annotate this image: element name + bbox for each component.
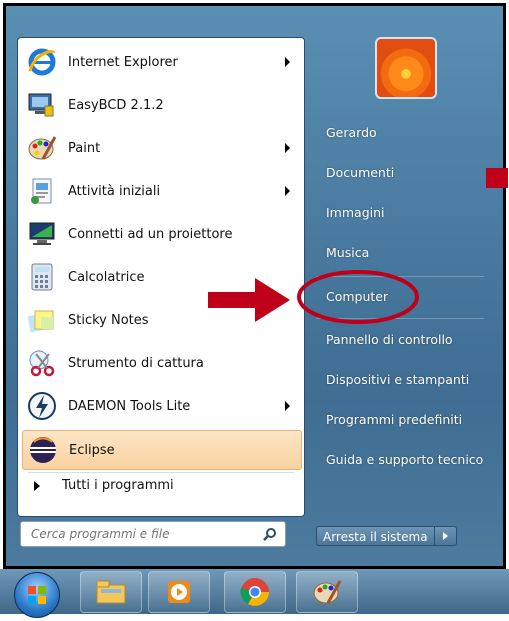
red-marker (486, 168, 508, 188)
media-player-icon[interactable] (148, 571, 210, 613)
paint-icon[interactable] (296, 571, 358, 613)
annotation-overlay (208, 270, 419, 324)
chrome-icon[interactable] (224, 571, 286, 613)
red-circle-annotation (297, 270, 419, 324)
windows-explorer-icon[interactable] (80, 571, 142, 613)
start-button[interactable] (14, 572, 60, 618)
taskbar (0, 569, 509, 614)
windows-logo-icon (28, 586, 46, 604)
red-arrow-icon (208, 278, 290, 322)
